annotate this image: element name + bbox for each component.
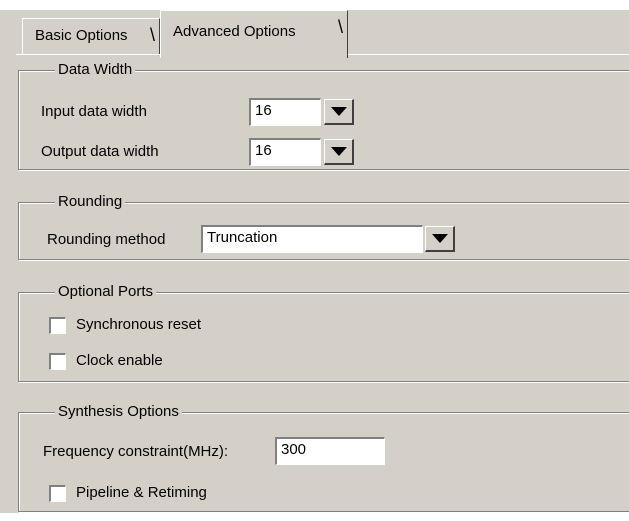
- tab-edge-icon: \: [149, 25, 155, 45]
- input-data-width-dropdown-button[interactable]: [324, 99, 354, 125]
- frequency-constraint-label: Frequency constraint(MHz):: [43, 443, 229, 460]
- dialog-window: Basic Options \ Advanced Options \ Data …: [0, 0, 629, 521]
- tab-edge-icon: \: [337, 17, 343, 37]
- tab-advanced-options-label: Advanced Options: [173, 23, 296, 40]
- rounding-title: Rounding: [55, 193, 126, 211]
- data-width-group: Data Width Input data width 16 Output da…: [18, 61, 629, 170]
- input-data-width-label: Input data width: [41, 103, 147, 120]
- tab-basic-options-label: Basic Options: [35, 27, 128, 44]
- chevron-down-icon: [432, 234, 448, 243]
- optional-ports-group: Optional Ports Synchronous reset Clock e…: [18, 283, 629, 382]
- optional-ports-title: Optional Ports: [55, 283, 157, 301]
- top-border: [0, 0, 629, 10]
- rounding-method-dropdown-button[interactable]: [425, 226, 455, 252]
- tab-advanced-options[interactable]: Advanced Options \: [160, 10, 348, 58]
- chevron-down-icon: [331, 107, 347, 116]
- synthesis-options-title: Synthesis Options: [55, 403, 182, 421]
- clock-enable-label: Clock enable: [76, 352, 163, 369]
- data-width-title: Data Width: [55, 61, 136, 79]
- output-data-width-label: Output data width: [41, 143, 159, 160]
- clock-enable-checkbox[interactable]: [49, 353, 66, 370]
- input-data-width-field[interactable]: 16: [249, 98, 321, 126]
- synthesis-options-group: Synthesis Options Frequency constraint(M…: [18, 403, 629, 512]
- rounding-group: Rounding Rounding method Truncation: [18, 193, 629, 260]
- output-data-width-dropdown-button[interactable]: [324, 139, 354, 165]
- tab-basic-options[interactable]: Basic Options \: [22, 18, 160, 54]
- output-data-width-field[interactable]: 16: [249, 138, 321, 166]
- pipeline-retiming-checkbox[interactable]: [49, 485, 66, 502]
- chevron-down-icon: [331, 147, 347, 156]
- frequency-constraint-input[interactable]: 300: [275, 437, 385, 465]
- rounding-method-label: Rounding method: [47, 231, 166, 248]
- pipeline-retiming-label: Pipeline & Retiming: [76, 484, 207, 501]
- rounding-method-field[interactable]: Truncation: [201, 225, 423, 253]
- bottom-border: [0, 513, 629, 521]
- synchronous-reset-checkbox[interactable]: [49, 317, 66, 334]
- synchronous-reset-label: Synchronous reset: [76, 316, 202, 333]
